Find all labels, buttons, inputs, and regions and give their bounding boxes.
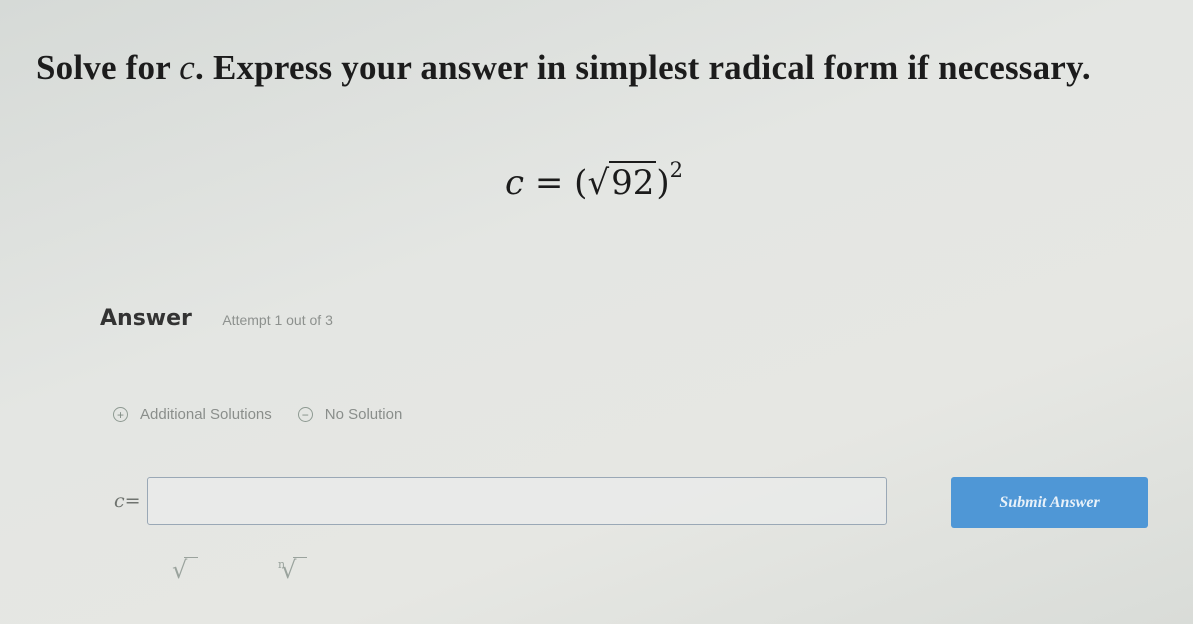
answer-input-equals: = (124, 490, 141, 512)
answer-input[interactable] (146, 477, 887, 525)
question-prompt: Solve for c. Express your answer in simp… (36, 48, 1091, 88)
equation-equals: = (534, 163, 564, 203)
question-text-before: Solve for (36, 48, 180, 87)
attempt-counter: Attempt 1 out of 3 (222, 312, 333, 328)
no-solution-button[interactable]: − No Solution (297, 406, 403, 423)
square-root-bar (184, 557, 199, 558)
plus-circle-icon: + (113, 407, 128, 422)
nth-root-bar (293, 557, 308, 558)
no-solution-label: No Solution (324, 406, 403, 423)
equation-close-paren: ) (656, 163, 670, 203)
answer-label: Answer (100, 306, 192, 331)
equation-exponent: 2 (669, 158, 684, 182)
radical-symbol: √ (587, 163, 610, 203)
equation-radicand: 92 (609, 161, 657, 203)
solution-options: + Additional Solutions − No Solution (113, 406, 402, 423)
answer-input-var: c (114, 490, 125, 512)
submit-answer-button[interactable]: Submit Answer (951, 477, 1148, 528)
nth-root-icon: √ (281, 556, 297, 584)
square-root-tool[interactable]: √ (172, 556, 212, 584)
equation-radical: √92 (587, 161, 657, 203)
equation-lhs: c (505, 163, 525, 203)
nth-root-tool[interactable]: n√ (278, 556, 318, 584)
equation-open-paren: ( (574, 163, 588, 203)
square-root-icon: √ (172, 556, 188, 584)
equation: c = (√92)2 (505, 158, 683, 203)
minus-circle-icon: − (297, 407, 313, 422)
answer-header: Answer Attempt 1 out of 3 (100, 306, 333, 331)
additional-solutions-button[interactable]: + Additional Solutions (113, 406, 272, 423)
additional-solutions-label: Additional Solutions (140, 406, 272, 423)
math-toolbar: √ n√ (172, 556, 318, 584)
question-variable: c (179, 48, 196, 87)
question-text-after: . Express your answer in simplest radica… (195, 48, 1091, 87)
answer-input-label: c= (114, 490, 141, 512)
answer-input-row: c= (114, 477, 887, 525)
